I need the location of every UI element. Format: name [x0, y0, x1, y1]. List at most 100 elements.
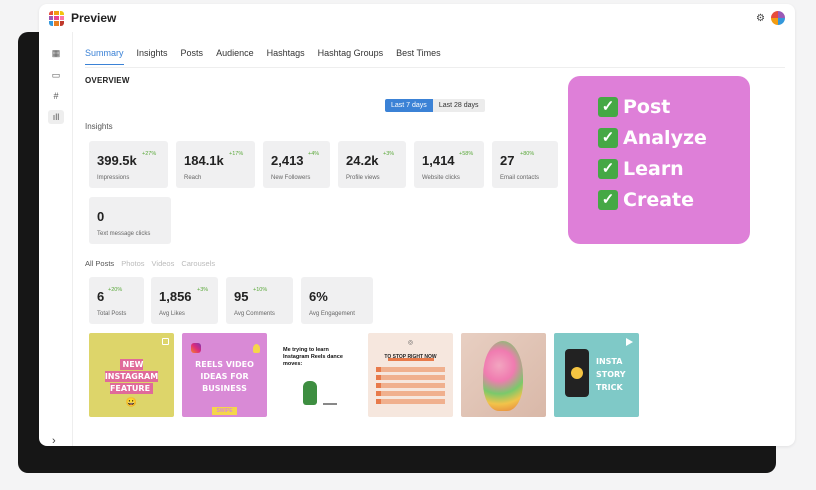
date-range-toggle: Last 7 days Last 28 days	[385, 99, 485, 112]
thumbnail-caption: REELS VIDEO IDEAS FOR BUSINESS	[195, 360, 254, 393]
sidebar: ▦ ▭ # ıll ›	[39, 32, 73, 446]
post-filter-bar: All Posts Photos Videos Carousels	[85, 259, 215, 268]
promo-item-create: ✓ Create	[598, 189, 750, 211]
stat-value: 399.5k	[97, 153, 137, 168]
post-thumbnail[interactable]: Me trying to learn Instagram Reels dance…	[275, 333, 360, 417]
hashtag-icon[interactable]: #	[48, 89, 64, 103]
promo-item-learn: ✓ Learn	[598, 158, 750, 180]
thumbnail-caption: Me trying to learn Instagram Reels dance…	[283, 347, 343, 367]
list-graphic	[376, 367, 445, 407]
last-7-days-button[interactable]: Last 7 days	[385, 99, 433, 112]
frog-figure	[303, 381, 317, 405]
stat-value: 2,413	[271, 153, 304, 168]
ground-line	[323, 403, 337, 405]
stat-card-impressions: 399.5k +27% Impressions	[89, 141, 168, 188]
emoji-icon: 😀	[125, 397, 138, 407]
post-thumbnail[interactable]	[461, 333, 546, 417]
expand-sidebar-icon[interactable]: ›	[52, 435, 56, 446]
swipe-tag: SWIPE	[212, 407, 237, 415]
stat-value: 184.1k	[184, 153, 224, 168]
instagram-icon	[191, 343, 201, 353]
filter-all-posts[interactable]: All Posts	[85, 259, 114, 268]
stat-label: New Followers	[271, 175, 311, 181]
stat-card-email-contacts: 27 +80% Email contacts	[492, 141, 558, 188]
tab-bar: Summary Insights Posts Audience Hashtags…	[85, 48, 441, 65]
stat-label: Profile views	[346, 175, 380, 181]
stat-value: 95	[234, 289, 249, 304]
stat-value: 6	[97, 289, 105, 304]
post-thumbnail[interactable]: INSTA STORY TRICK	[554, 333, 639, 417]
avatar[interactable]	[771, 11, 785, 25]
stat-card-text-message-clicks: 0 Text message clicks	[89, 197, 171, 244]
thumbnail-caption: NEW INSTAGRAM FEATURE	[104, 359, 159, 394]
stat-label: Email contacts	[500, 175, 540, 181]
stat-value: 24.2k	[346, 153, 379, 168]
stat-change: +20%	[108, 287, 123, 293]
stat-label: Text message clicks	[97, 231, 151, 237]
gear-icon[interactable]: ⚙	[756, 13, 765, 24]
promo-label: Analyze	[623, 127, 707, 149]
stat-change: +10%	[253, 287, 268, 293]
thumbnail-caption: INSTA STORY TRICK	[596, 357, 626, 392]
overview-heading: OVERVIEW	[85, 76, 130, 85]
promo-label: Post	[623, 96, 671, 118]
stat-label: Total Posts	[97, 311, 127, 317]
titlebar: Preview ⚙	[39, 4, 795, 32]
tab-hashtags[interactable]: Hashtags	[267, 48, 305, 65]
checkmark-icon: ✓	[598, 159, 618, 179]
stat-card-avg-comments: 95 +10% Avg Comments	[226, 277, 293, 324]
tab-summary[interactable]: Summary	[85, 48, 124, 65]
tab-posts[interactable]: Posts	[181, 48, 204, 65]
tab-best-times[interactable]: Best Times	[396, 48, 441, 65]
checkmark-icon: ✓	[598, 97, 618, 117]
stat-change: +27%	[142, 151, 157, 157]
stat-card-total-posts: 6 +20% Total Posts	[89, 277, 144, 324]
filter-videos[interactable]: Videos	[152, 259, 175, 268]
stat-change: +3%	[383, 151, 395, 157]
tab-hashtag-groups[interactable]: Hashtag Groups	[318, 48, 384, 65]
stat-label: Website clicks	[422, 175, 460, 181]
post-thumbnail[interactable]: REELS VIDEO IDEAS FOR BUSINESS SWIPE	[182, 333, 267, 417]
stat-card-profile-views: 24.2k +3% Profile views	[338, 141, 406, 188]
tab-insights[interactable]: Insights	[137, 48, 168, 65]
phone-graphic	[565, 349, 589, 397]
stat-change: +3%	[197, 287, 209, 293]
stat-card-avg-engagement: 6% Avg Engagement	[301, 277, 373, 324]
checkmark-icon: ✓	[598, 128, 618, 148]
stat-card-reach: 184.1k +17% Reach	[176, 141, 255, 188]
analytics-icon[interactable]: ıll	[48, 110, 64, 124]
post-thumbnail[interactable]: ◎ TO STOP RIGHT NOW	[368, 333, 453, 417]
grid-icon[interactable]: ▦	[48, 46, 64, 60]
tab-divider	[85, 67, 785, 68]
filter-photos[interactable]: Photos	[121, 259, 144, 268]
stat-change: +17%	[229, 151, 244, 157]
stat-label: Reach	[184, 175, 202, 181]
stat-change: +58%	[459, 151, 474, 157]
stat-change: +4%	[308, 151, 320, 157]
insights-heading: Insights	[85, 122, 113, 131]
calendar-icon[interactable]: ▭	[48, 68, 64, 82]
stat-value: 0	[97, 209, 105, 224]
lightbulb-icon	[253, 344, 260, 353]
tab-audience[interactable]: Audience	[216, 48, 254, 65]
post-thumbnail[interactable]: NEW INSTAGRAM FEATURE 😀	[89, 333, 174, 417]
filter-carousels[interactable]: Carousels	[181, 259, 215, 268]
app-logo-icon	[49, 10, 64, 26]
last-28-days-button[interactable]: Last 28 days	[432, 99, 485, 112]
stat-change: +80%	[520, 151, 535, 157]
promo-item-post: ✓ Post	[598, 96, 750, 118]
stat-value: 1,856	[159, 289, 192, 304]
carousel-icon	[162, 338, 169, 345]
promo-label: Create	[623, 189, 694, 211]
stat-label: Avg Comments	[234, 311, 275, 317]
app-title: Preview	[71, 11, 117, 25]
promo-label: Learn	[623, 158, 684, 180]
stat-value: 27	[500, 153, 515, 168]
stat-value: 6%	[309, 289, 328, 304]
stat-value: 1,414	[422, 153, 455, 168]
stat-label: Avg Engagement	[309, 311, 355, 317]
stat-label: Avg Likes	[159, 311, 185, 317]
thumbnail-caption: TO STOP RIGHT NOW	[384, 354, 437, 360]
checkmark-icon: ✓	[598, 190, 618, 210]
stat-card-website-clicks: 1,414 +58% Website clicks	[414, 141, 484, 188]
